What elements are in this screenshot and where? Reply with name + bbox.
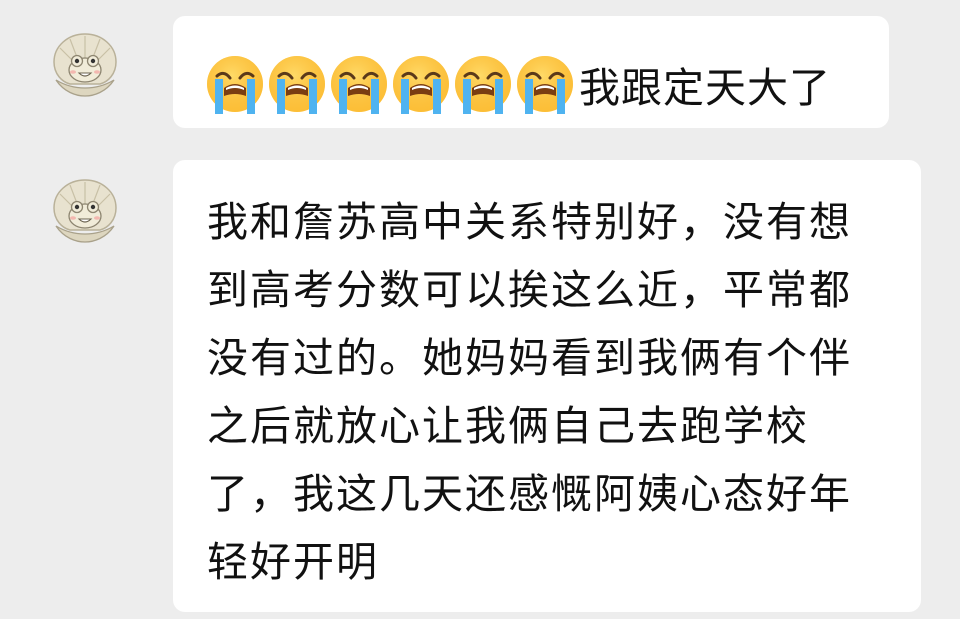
message-line: 轻好开明 xyxy=(207,538,379,586)
sender-avatar-icon[interactable] xyxy=(48,176,122,246)
message-bubble[interactable]: 我跟定天大了 xyxy=(173,16,889,128)
loudly-crying-face-icon xyxy=(453,54,513,114)
loudly-crying-face-icon xyxy=(515,54,575,114)
message-line: 了，我这几天还感慨阿姨心态好年 xyxy=(207,470,852,518)
message-text: 我和詹苏高中关系特别好，没有想 到高考分数可以挨这么近，平常都 没有过的。她妈妈… xyxy=(207,188,852,596)
loudly-crying-face-icon xyxy=(329,54,389,114)
message-bubble[interactable]: 我和詹苏高中关系特别好，没有想 到高考分数可以挨这么近，平常都 没有过的。她妈妈… xyxy=(173,160,921,612)
message-content: 我跟定天大了 xyxy=(205,44,831,124)
loudly-crying-face-icon xyxy=(391,54,451,114)
message-line: 我和詹苏高中关系特别好，没有想 xyxy=(207,198,852,246)
loudly-crying-face-icon xyxy=(205,54,265,114)
sender-avatar-icon[interactable] xyxy=(48,30,122,100)
message-line: 没有过的。她妈妈看到我俩有个伴 xyxy=(207,334,852,382)
message-line: 之后就放心让我俩自己去跑学校 xyxy=(207,402,809,450)
loudly-crying-face-icon xyxy=(267,54,327,114)
message-text: 我跟定天大了 xyxy=(579,64,831,112)
message-line: 到高考分数可以挨这么近，平常都 xyxy=(207,266,852,314)
